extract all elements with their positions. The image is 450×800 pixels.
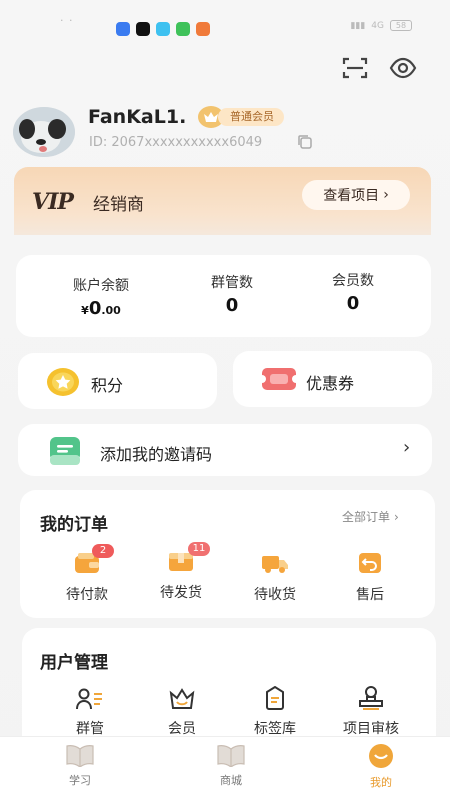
user-list-icon <box>76 688 102 710</box>
balance-value: ¥0.00 <box>81 298 121 319</box>
chevron-right-icon: › <box>403 437 411 458</box>
order-label: 售后 <box>356 587 384 603</box>
copy-icon[interactable] <box>297 134 313 154</box>
tab-label: 学习 <box>69 774 91 787</box>
members-stat[interactable]: 会员数 0 <box>313 270 393 314</box>
user-mgmt-label: 会员 <box>168 721 196 737</box>
points-card[interactable]: 积分 <box>18 353 217 409</box>
my-orders-card: 我的订单 全部订单 › 2 待付款 11 待发货 待收货 售后 <box>20 490 435 618</box>
order-label: 待收货 <box>254 587 296 603</box>
status-left-text: · · <box>60 14 74 27</box>
tab-mall[interactable]: 商城 <box>191 743 271 788</box>
app-notification-icon <box>116 22 130 36</box>
vip-logo: VIP <box>32 189 74 215</box>
members-label: 会员数 <box>332 273 374 289</box>
order-label: 待发货 <box>160 585 202 601</box>
app-notification-icon <box>156 22 170 36</box>
network-label: 4G <box>371 20 384 31</box>
member-badge-label: 普通会员 <box>218 108 284 126</box>
book-icon <box>217 745 245 768</box>
groups-value: 0 <box>225 295 239 316</box>
user-mgmt-label: 群管 <box>76 721 104 737</box>
coupons-label: 优惠券 <box>306 374 355 393</box>
account-stats: 账户余额 ¥0.00 群管数 0 会员数 0 <box>16 255 431 337</box>
tab-label: 商城 <box>220 774 242 787</box>
user-mgmt-label: 项目审核 <box>343 721 399 737</box>
order-pending-shipment[interactable]: 11 待发货 <box>146 542 216 602</box>
smile-face-icon <box>369 744 393 768</box>
status-right: ▮▮▮ 4G 58 <box>350 20 412 31</box>
user-mgmt-label: 标签库 <box>254 721 296 737</box>
order-label: 待付款 <box>66 587 108 603</box>
order-pending-payment[interactable]: 2 待付款 <box>52 544 122 604</box>
ticket-icon <box>258 365 300 397</box>
pending-payment-count: 2 <box>92 544 114 558</box>
chevron-right-icon: › <box>383 187 389 203</box>
book-icon <box>66 745 94 768</box>
notification-icons <box>116 22 210 36</box>
member-badge: 普通会员 <box>198 106 284 128</box>
project-review-item[interactable]: 项目审核 <box>336 686 406 738</box>
view-projects-label: 查看项目 <box>323 188 380 204</box>
order-pending-receipt[interactable]: 待收货 <box>240 552 310 604</box>
points-label: 积分 <box>91 376 124 395</box>
view-projects-button[interactable]: 查看项目 › <box>302 180 410 210</box>
invite-code-icon <box>48 435 82 471</box>
pending-shipment-count: 11 <box>188 542 210 556</box>
chevron-right-icon: › <box>394 509 399 524</box>
username: FanKaL1. <box>88 106 187 128</box>
invite-code-label: 添加我的邀请码 <box>100 445 213 464</box>
signal-icon: ▮▮▮ <box>350 20 366 31</box>
eye-icon[interactable] <box>388 53 418 83</box>
battery-icon: 58 <box>390 20 412 31</box>
tab-label: 我的 <box>370 776 392 789</box>
coupons-card[interactable]: 优惠券 <box>233 351 432 407</box>
balance-stat[interactable]: 账户余额 ¥0.00 <box>61 275 141 319</box>
bottom-tab-bar: 学习 商城 我的 <box>0 736 450 800</box>
all-orders-label: 全部订单 <box>342 510 391 524</box>
message-icon <box>176 22 190 36</box>
all-orders-link[interactable]: 全部订单 › <box>342 508 399 525</box>
groups-label: 群管数 <box>211 275 253 291</box>
tag-icon <box>266 685 284 710</box>
status-bar: · · ▮▮▮ 4G 58 <box>0 8 450 36</box>
user-id: ID: 2067xxxxxxxxxxx6049 <box>89 135 263 150</box>
tab-mine[interactable]: 我的 <box>341 743 421 790</box>
crown-icon <box>169 688 195 709</box>
groups-stat[interactable]: 群管数 0 <box>192 272 272 316</box>
invite-code-card[interactable]: 添加我的邀请码 › <box>18 424 432 476</box>
scan-icon[interactable] <box>340 53 370 83</box>
star-coin-icon <box>46 367 80 401</box>
tag-library-item[interactable]: 标签库 <box>240 685 310 738</box>
app-notification-icon <box>196 22 210 36</box>
vip-title: 经销商 <box>93 195 144 215</box>
avatar[interactable] <box>13 107 75 157</box>
tab-learn[interactable]: 学习 <box>40 743 120 788</box>
truck-icon <box>262 556 288 573</box>
members-item[interactable]: 会员 <box>147 688 217 738</box>
orders-title: 我的订单 <box>40 515 108 535</box>
stamp-icon <box>359 686 383 710</box>
return-icon <box>359 553 381 573</box>
user-mgmt-title: 用户管理 <box>40 653 108 673</box>
order-after-sales[interactable]: 售后 <box>335 552 405 604</box>
group-admin-item[interactable]: 群管 <box>55 688 125 738</box>
balance-label: 账户余额 <box>73 278 129 294</box>
members-value: 0 <box>346 293 360 314</box>
tiktok-icon <box>136 22 150 36</box>
